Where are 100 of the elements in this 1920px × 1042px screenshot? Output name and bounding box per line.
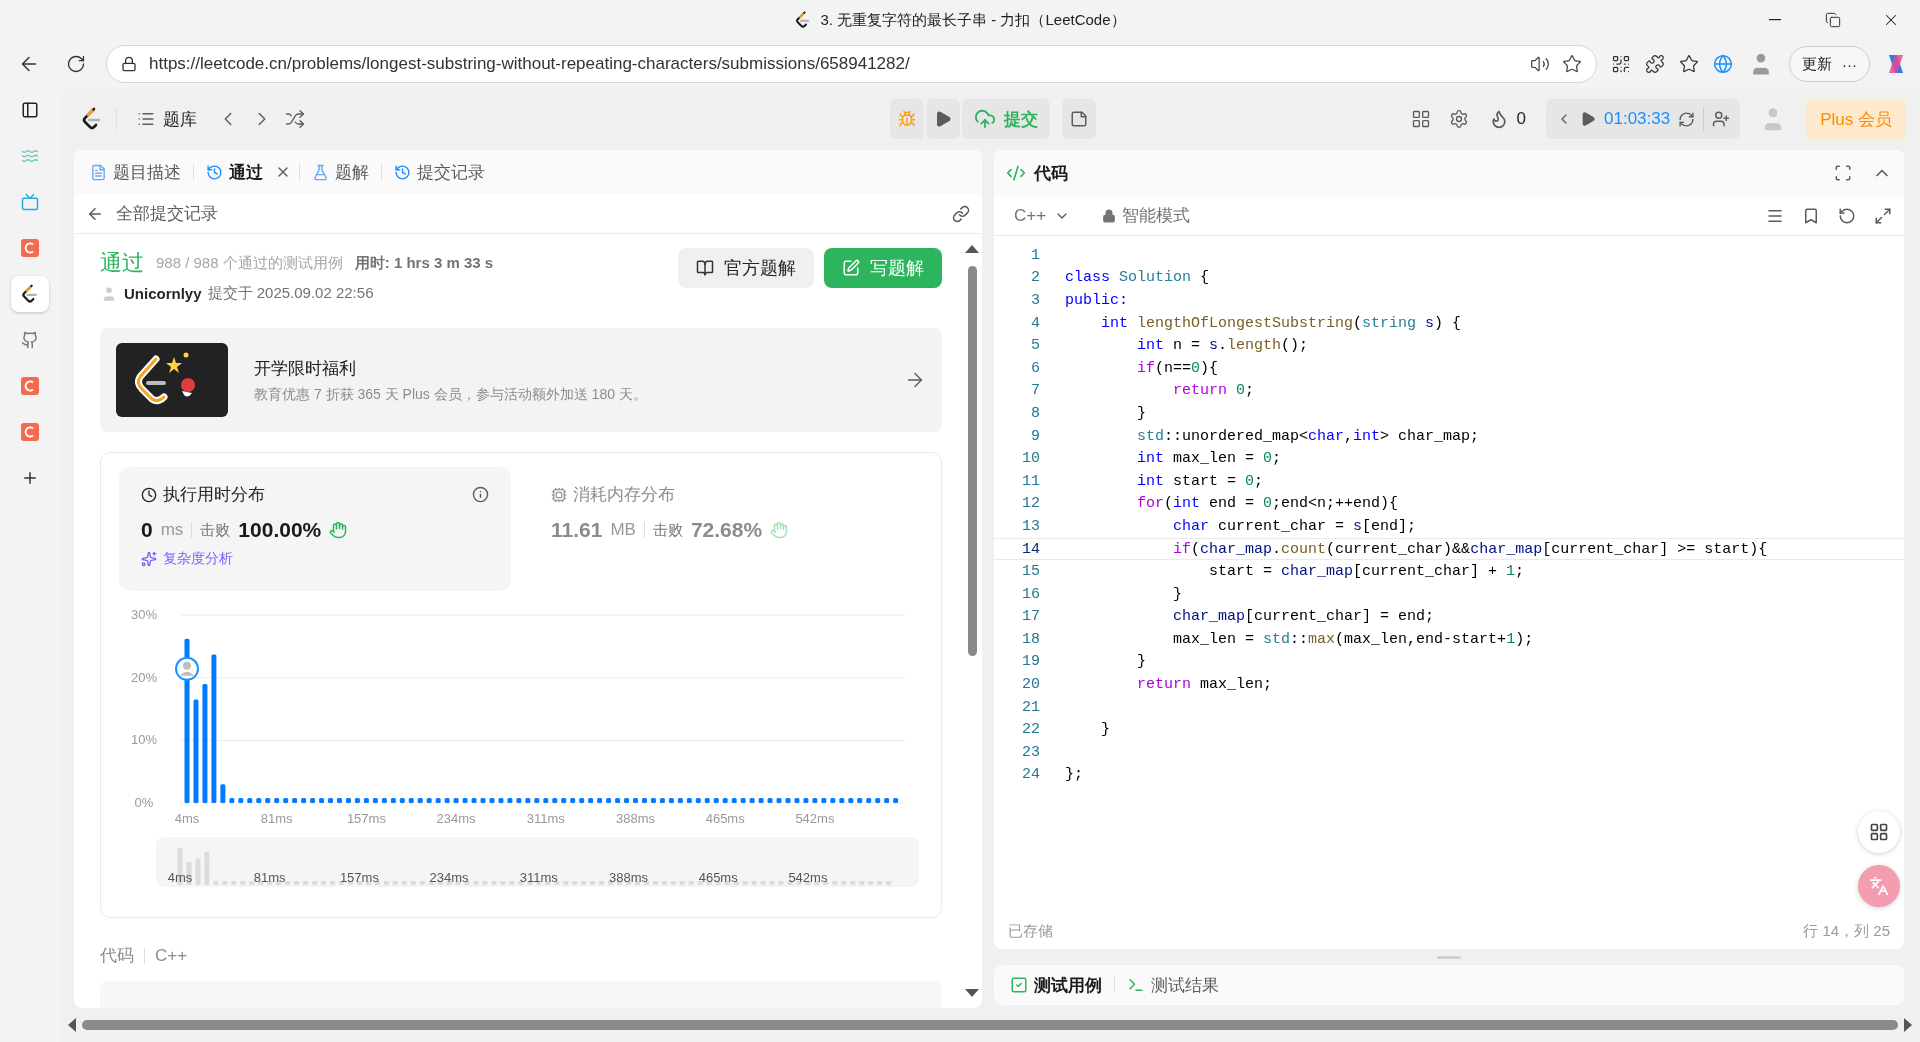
speaker-icon[interactable] xyxy=(1530,54,1550,74)
ai-tools-button[interactable] xyxy=(1858,811,1900,853)
chart-bar xyxy=(283,798,289,803)
code-text: int n = s.length(); xyxy=(1136,337,1309,355)
code-text: for(int end = 0;end<n;++end){ xyxy=(1136,495,1399,513)
panel-tab[interactable]: 测试用例 xyxy=(1006,969,1106,1001)
line-number: 17 xyxy=(1021,608,1040,626)
chart-bar xyxy=(794,798,800,803)
scrollbar[interactable] xyxy=(967,266,977,656)
line-number: 12 xyxy=(1021,495,1040,513)
chart-bar xyxy=(354,798,360,803)
reset-icon[interactable] xyxy=(1838,206,1856,225)
code-text: char current_char = s[end]; xyxy=(1172,517,1417,535)
favorites-icon[interactable] xyxy=(1679,54,1699,74)
shuffle-icon[interactable] xyxy=(285,109,305,129)
chart-bar xyxy=(857,798,863,803)
panel-tab[interactable]: 通过 xyxy=(202,156,267,188)
play-icon[interactable] xyxy=(1580,111,1596,127)
resize-handle[interactable] xyxy=(1437,955,1461,959)
chart-bar xyxy=(274,798,280,803)
chart-bar xyxy=(884,798,890,803)
layout-icon[interactable] xyxy=(1410,109,1431,129)
globe-icon[interactable] xyxy=(1713,54,1733,74)
fullscreen-icon[interactable] xyxy=(1834,164,1852,182)
panel-tab[interactable]: 题目描述 xyxy=(86,156,185,188)
chart-bar xyxy=(426,798,432,803)
axis-label: 81ms xyxy=(260,811,293,826)
expand-icon[interactable] xyxy=(1874,206,1892,225)
link-icon[interactable] xyxy=(952,204,970,223)
qr-code-icon[interactable] xyxy=(1611,54,1631,74)
chart-bar xyxy=(480,798,486,803)
beats-percent: 100.00% xyxy=(238,518,322,542)
code-text: } xyxy=(1136,404,1146,422)
chart-bar xyxy=(363,798,369,803)
chart-bar xyxy=(381,798,387,803)
chart-bar xyxy=(301,798,307,803)
update-button[interactable]: 更新 ··· xyxy=(1789,46,1870,82)
code-text: int start = 0; xyxy=(1136,472,1264,490)
axis-label: 311ms xyxy=(526,811,565,826)
axis-label: 10% xyxy=(131,732,157,748)
scroll-down-button[interactable] xyxy=(965,989,979,997)
beats-label: 击败 xyxy=(200,520,231,540)
reset-icon[interactable] xyxy=(1678,110,1696,128)
bug-icon xyxy=(898,110,916,128)
line-number: 19 xyxy=(1021,653,1040,671)
streak-button[interactable]: 0 xyxy=(1486,99,1528,139)
chart-bar xyxy=(435,798,441,803)
promo-title: 开学限时福利 xyxy=(254,357,357,380)
line-number: 6 xyxy=(1030,359,1040,377)
restore-icon xyxy=(1825,12,1841,28)
problem-list-button[interactable]: 题库 xyxy=(129,99,205,139)
puzzle-icon[interactable] xyxy=(1645,54,1665,74)
sidebar-item[interactable] xyxy=(11,276,49,312)
star-icon[interactable] xyxy=(1562,54,1582,74)
panel-tab[interactable]: 测试结果 xyxy=(1123,969,1223,1001)
saved-status: 已存储 xyxy=(1008,921,1053,941)
stat-card[interactable]: 消耗内存分布 11.61 MB 击败 72.68% xyxy=(529,467,921,591)
settings-icon[interactable] xyxy=(1448,109,1469,129)
chart-bar xyxy=(722,798,728,803)
chart-bar xyxy=(785,798,791,803)
scroll-right-button[interactable] xyxy=(1904,1018,1912,1032)
panel-tab[interactable]: 提交记录 xyxy=(390,156,489,188)
run-button[interactable] xyxy=(926,99,960,139)
flask-icon xyxy=(312,163,329,181)
panel-tab[interactable]: 题解 xyxy=(308,156,373,188)
chart-bar xyxy=(292,798,298,803)
chart-bar xyxy=(238,798,244,803)
promo-banner[interactable]: 开学限时福利 教育优惠 7 折获 365 天 Plus 会员，参与活动额外加送 180 天。 xyxy=(100,328,942,432)
scroll-up-button[interactable] xyxy=(965,245,979,253)
code-text: int lengthOfLongestSubstring(string s) { xyxy=(1100,314,1462,332)
chart-bar xyxy=(758,798,764,803)
axis-label: 30% xyxy=(131,607,157,622)
chart-bar xyxy=(812,798,818,803)
chart-bar xyxy=(247,798,253,803)
chart-bar xyxy=(606,798,612,803)
chart-bar xyxy=(337,798,342,803)
more-menu-button[interactable]: ··· xyxy=(1842,55,1857,73)
chart-bar xyxy=(597,798,603,803)
code-text: if(char_map.count(current_char)&&char_map[current_char] >= start){ xyxy=(1172,540,1768,558)
address-bar[interactable]: https://leetcode.cn/problems/longest-substring-without-repeating-characters/submissions/658941282/ xyxy=(106,45,1597,83)
complexity-link[interactable]: 复杂度分析 xyxy=(163,550,233,568)
note-button[interactable] xyxy=(1062,99,1096,139)
info-icon[interactable] xyxy=(472,486,489,503)
url-text: https://leetcode.cn/problems/longest-substring-without-repeating-characters/submissions/658941282/ xyxy=(149,54,911,74)
sparkles-icon xyxy=(141,551,157,567)
add-user-icon[interactable] xyxy=(1712,110,1731,128)
line-number: 21 xyxy=(1021,698,1040,716)
back-link[interactable]: 全部提交记录 xyxy=(86,202,218,225)
range-navigator[interactable]: 4ms 81ms 157ms 234ms 311ms 388ms 465ms 542ms xyxy=(156,837,919,887)
tv-icon xyxy=(21,193,39,211)
navigator-label: 311ms xyxy=(519,870,558,885)
chart-bar xyxy=(579,798,585,803)
line-number: 4 xyxy=(1030,314,1040,332)
official-solution-button[interactable]: 官方题解 xyxy=(678,248,814,288)
line-number: 22 xyxy=(1021,721,1040,739)
bookmark-icon[interactable] xyxy=(1802,206,1820,225)
scrollbar[interactable] xyxy=(82,1020,1898,1030)
stat-card[interactable]: 执行用时分布 0 ms 击败 100.00% 复杂度分析 xyxy=(119,467,511,591)
line-number: 5 xyxy=(1030,337,1040,355)
language-select[interactable]: C++ xyxy=(1006,195,1079,236)
